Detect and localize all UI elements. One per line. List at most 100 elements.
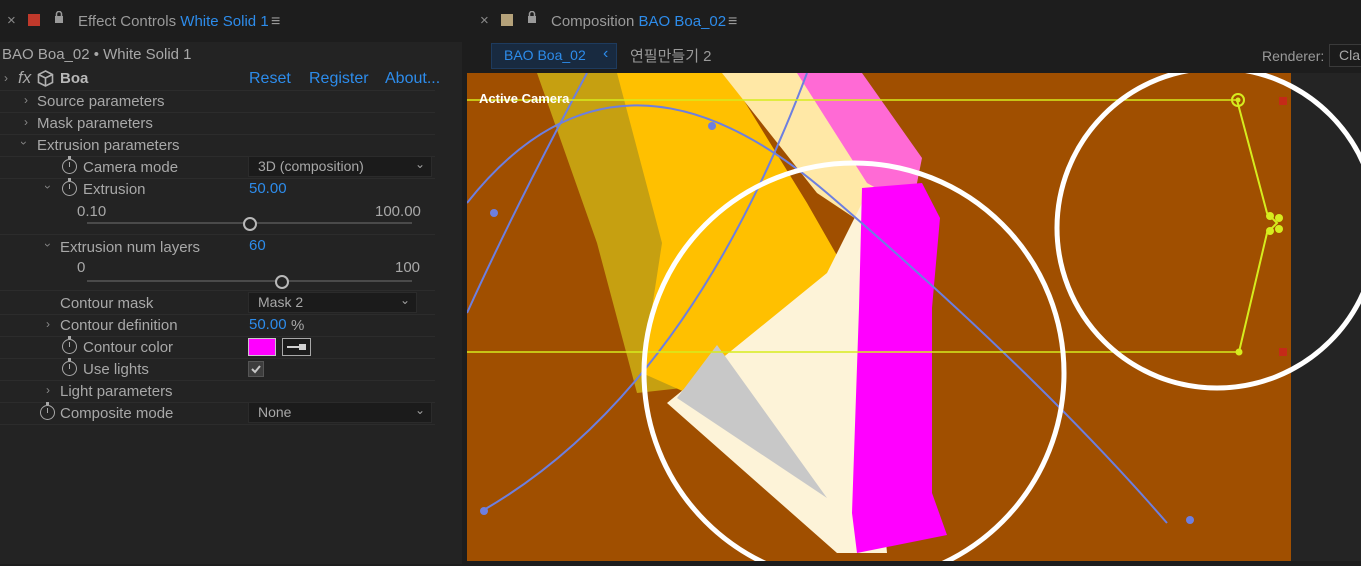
stopwatch-icon[interactable] (62, 336, 77, 354)
path-point[interactable] (490, 209, 498, 217)
eyedropper-icon[interactable] (282, 338, 311, 356)
chevron-right-icon[interactable]: › (46, 383, 50, 397)
path-point[interactable] (480, 507, 488, 515)
group-extrusion-parameters[interactable]: › Extrusion parameters (0, 134, 435, 157)
checkmark-icon (251, 365, 261, 374)
panel-menu-icon[interactable]: ≡ (728, 13, 737, 31)
composite-mode-dropdown[interactable]: None ⌄ (248, 402, 432, 423)
extrusion-value[interactable]: 50.00 (249, 180, 287, 197)
param-label: Camera mode (83, 159, 179, 176)
param-label: Contour color (83, 339, 174, 356)
frustum-point[interactable] (1275, 214, 1283, 222)
effect-header-row: › fx Boa Reset Register About... (0, 68, 440, 91)
effect-controls-panel: × Effect Controls White Solid 1 ≡ BAO Bo… (0, 0, 462, 564)
close-panel-icon[interactable]: × (7, 12, 16, 29)
stopwatch-icon[interactable] (62, 178, 77, 196)
chevron-down-icon[interactable]: › (4, 71, 8, 85)
register-button[interactable]: Register (309, 70, 369, 88)
chevron-down-icon: ⌄ (414, 403, 425, 417)
effect-controls-tab-title[interactable]: Effect Controls White Solid 1 (78, 13, 269, 30)
renderer-label: Renderer: (1262, 48, 1325, 64)
about-button[interactable]: About... (385, 70, 440, 88)
slider-max-label: 100 (395, 259, 421, 276)
lock-icon[interactable] (527, 11, 537, 24)
group-label: Light parameters (60, 383, 173, 400)
group-label: Extrusion parameters (37, 137, 180, 154)
param-extrusion: › Extrusion 50.00 0.10 100.00 (0, 178, 435, 235)
extrusion-layers-value[interactable]: 60 (249, 237, 266, 254)
frustum-point[interactable] (1235, 348, 1243, 356)
param-contour-mask: Contour mask Mask 2 ⌄ (0, 292, 435, 315)
chevron-down-icon[interactable]: › (41, 185, 55, 189)
stopwatch-icon[interactable] (40, 402, 55, 420)
composition-tab-bar: × Composition BAO Boa_02 ≡ (466, 0, 1361, 42)
param-extrusion-num-layers: › Extrusion num layers 60 0 100 (0, 236, 435, 291)
param-camera-mode: Camera mode 3D (composition) ⌄ (0, 156, 435, 179)
param-label: Contour definition (60, 317, 178, 334)
contour-color-swatch[interactable] (248, 338, 276, 356)
chevron-down-icon[interactable]: › (41, 243, 55, 247)
param-contour-definition: › Contour definition 50.00 % (0, 314, 435, 337)
composition-tab-title[interactable]: Composition BAO Boa_02 (551, 13, 726, 30)
extrusion-layers-slider-track[interactable] (87, 280, 412, 282)
viewer-label: Active Camera (479, 91, 570, 106)
chevron-down-icon: ⌄ (414, 157, 425, 171)
corner-marker (1279, 97, 1287, 105)
unit-label: % (291, 317, 305, 334)
param-label: Extrusion (83, 181, 146, 198)
viewer-canvas (467, 73, 1291, 561)
group-label: Mask parameters (37, 115, 153, 132)
chevron-right-icon[interactable]: › (46, 317, 50, 331)
chevron-right-icon[interactable]: › (24, 115, 28, 129)
contour-definition-value[interactable]: 50.00 (249, 316, 287, 333)
effect-controls-tab-bar: × Effect Controls White Solid 1 ≡ (0, 0, 462, 42)
param-label: Extrusion num layers (60, 239, 201, 256)
lock-icon[interactable] (54, 11, 64, 24)
layer-path: BAO Boa_02 • White Solid 1 (2, 46, 192, 63)
composition-viewer[interactable]: Active Camera (467, 73, 1291, 561)
group-mask-parameters[interactable]: › Mask parameters (0, 112, 435, 135)
camera-handle-dot (1235, 97, 1241, 103)
magenta-bar (852, 183, 947, 553)
slider-max-label: 100.00 (375, 203, 421, 220)
slider-min-label: 0.10 (77, 203, 107, 220)
frustum-point[interactable] (1266, 227, 1274, 235)
reset-button[interactable]: Reset (249, 70, 291, 88)
camera-frustum (1236, 99, 1279, 353)
param-contour-color: Contour color (0, 336, 435, 359)
param-composite-mode: Composite mode None ⌄ (0, 402, 435, 425)
corner-marker (1279, 348, 1287, 356)
frustum-point[interactable] (1266, 212, 1274, 220)
group-light-parameters[interactable]: › Light parameters (0, 380, 435, 403)
camera-mode-dropdown[interactable]: 3D (composition) ⌄ (248, 156, 432, 177)
param-label: Use lights (83, 361, 149, 378)
extrusion-slider-handle[interactable] (242, 217, 257, 231)
cube-icon (37, 70, 54, 87)
highlight-circle-overflow (1054, 65, 1361, 391)
slider-min-label: 0 (77, 259, 86, 276)
chevron-left-icon[interactable]: ‹ (603, 45, 608, 63)
stopwatch-icon[interactable] (62, 156, 77, 174)
param-label: Contour mask (60, 295, 154, 312)
panel-menu-icon[interactable]: ≡ (271, 13, 280, 31)
chevron-down-icon[interactable]: › (17, 141, 31, 145)
stopwatch-icon[interactable] (62, 358, 77, 376)
comp-breadcrumb-active[interactable]: BAO Boa_02 ‹ (491, 43, 617, 69)
chevron-down-icon: ⌄ (399, 293, 410, 307)
frustum-point[interactable] (1275, 225, 1283, 233)
group-label: Source parameters (37, 93, 165, 110)
comp-color-swatch (501, 14, 513, 26)
extrusion-layers-slider-handle[interactable] (275, 275, 289, 289)
path-point[interactable] (1186, 516, 1194, 524)
fx-icon[interactable]: fx (18, 68, 31, 88)
chevron-right-icon[interactable]: › (24, 93, 28, 107)
highlight-circle-camera (1054, 73, 1291, 391)
comp-breadcrumb-other[interactable]: 연필만들기 2 (630, 45, 712, 66)
group-source-parameters[interactable]: › Source parameters (0, 90, 435, 113)
contour-mask-dropdown[interactable]: Mask 2 ⌄ (248, 292, 417, 313)
path-point[interactable] (708, 122, 716, 130)
layer-color-swatch (28, 14, 40, 26)
close-panel-icon[interactable]: × (480, 12, 489, 29)
renderer-dropdown[interactable]: Cla (1329, 44, 1361, 67)
use-lights-checkbox[interactable] (248, 361, 264, 377)
